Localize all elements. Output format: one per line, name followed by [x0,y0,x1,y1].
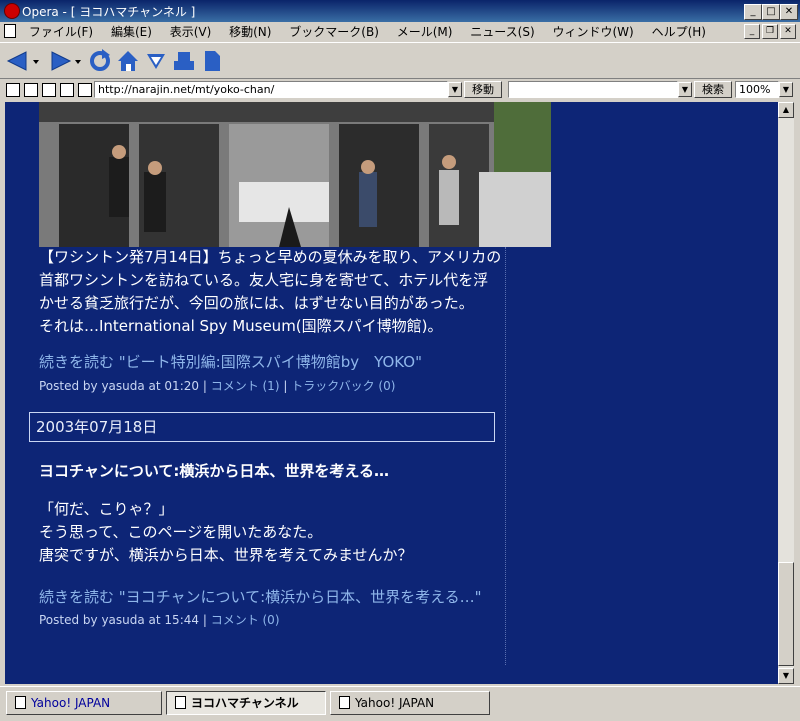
vertical-scrollbar[interactable]: ▲ ▼ [778,102,794,684]
menu-file[interactable]: ファイル(F) [22,22,100,42]
url-input[interactable]: http://narajin.net/mt/yoko-chan/ [94,81,448,98]
mdi-close-button[interactable]: ✕ [780,24,796,39]
tab-yahoo-japan-1[interactable]: Yahoo! JAPAN [6,691,162,715]
mdi-restore-button[interactable]: ❐ [762,24,778,39]
page-tab-icon [339,696,350,709]
forward-arrow-icon[interactable] [48,49,72,73]
tab-bar: Yahoo! JAPAN ヨコハマチャンネル Yahoo! JAPAN [0,686,800,721]
tab-label: Yahoo! JAPAN [31,696,111,710]
zoom-field[interactable]: 100% [735,81,779,98]
opera-logo-icon [4,3,20,19]
post2-title: ヨコチャンについて:横浜から日本、世界を考える… [39,462,389,480]
post1-read-more-link[interactable]: 続きを読む "ビート特別編:国際スパイ博物館by YOKO" [39,352,422,372]
reload-icon[interactable] [88,49,112,73]
post1-body-line-1: 【ワシントン発7月14日】ちょっと早めの夏休みを取り、アメリカの [39,248,502,266]
print-preview-icon[interactable] [60,83,74,97]
post2-read-more-link[interactable]: 続きを読む "ヨコチャンについて:横浜から日本、世界を考える…" [39,587,482,607]
site-icon [78,83,92,97]
tab-yokohama-channel[interactable]: ヨコハマチャンネル [166,691,326,715]
page-viewport[interactable]: 【ワシントン発7月14日】ちょっと早めの夏休みを取り、アメリカの 首都ワシントン… [5,102,778,684]
page-tab-icon [15,696,26,709]
search-button[interactable]: 検索 [694,81,732,98]
date-header: 2003年07月18日 [29,412,495,442]
forward-history-chevron-icon[interactable] [74,49,82,73]
close-button[interactable]: ✕ [780,4,798,20]
lock-icon[interactable] [6,83,20,97]
menu-view[interactable]: 表示(V) [163,22,219,42]
spy-museum-photo [39,102,551,247]
search-dropdown-chevron-icon[interactable]: ▼ [678,82,692,97]
menu-navigate[interactable]: 移動(N) [222,22,278,42]
post1-meta: Posted by yasuda at 01:20 | コメント (1) | ト… [39,377,395,395]
address-bar: http://narajin.net/mt/yoko-chan/ ▼ 移動 ▼ … [0,79,800,101]
scroll-down-arrow-icon[interactable]: ▼ [778,668,794,684]
post1-body-line-4: それは…International Spy Museum(国際スパイ博物館)。 [39,317,443,335]
menu-bookmarks[interactable]: ブックマーク(B) [282,22,386,42]
hotlist-icon[interactable] [144,49,168,73]
camera-icon[interactable] [24,83,38,97]
menu-edit[interactable]: 編集(E) [104,22,159,42]
post1-trackback-link[interactable]: トラックバック (0) [291,379,395,393]
post2-body-line-2: そう思って、このページを開いたあなた。 [39,523,323,541]
tab-label: Yahoo! JAPAN [355,696,435,710]
post1-body-line-2: 首都ワシントンを訪ねている。友人宅に身を寄せて、ホテル代を浮 [39,271,489,289]
post2-meta: Posted by yasuda at 15:44 | コメント (0) [39,611,280,629]
tab-yahoo-japan-2[interactable]: Yahoo! JAPAN [330,691,490,715]
toolbar [0,44,800,79]
menu-news[interactable]: ニュース(S) [463,22,541,42]
page-icon[interactable] [42,83,56,97]
post2-posted-by: Posted by yasuda at 15:44 | [39,613,211,627]
go-button[interactable]: 移動 [464,81,502,98]
title-bar: Opera - [ ヨコハマチャンネル ] _ □ ✕ [0,0,800,22]
minimize-button[interactable]: _ [744,4,762,20]
zoom-dropdown-chevron-icon[interactable]: ▼ [779,82,793,97]
post1-body-line-3: かせる貧乏旅行だが、今回の旅には、はずせない目的があった。 [39,294,474,312]
back-arrow-icon[interactable] [6,49,30,73]
post2-body-line-1: 「何だ、こりゃ？」 [39,500,174,518]
menu-window[interactable]: ウィンドウ(W) [546,22,641,42]
new-page-icon[interactable] [200,49,224,73]
page-tab-icon [175,696,186,709]
scroll-up-arrow-icon[interactable]: ▲ [778,102,794,118]
print-icon[interactable] [172,49,196,73]
menu-bar: ファイル(F) 編集(E) 表示(V) 移動(N) ブックマーク(B) メール(… [0,22,800,43]
post2-comments-link[interactable]: コメント (0) [211,613,280,627]
post1-meta-separator: | [279,379,292,393]
window-title: Opera - [ ヨコハマチャンネル ] [22,5,196,19]
menu-help[interactable]: ヘルプ(H) [645,22,713,42]
back-history-chevron-icon[interactable] [32,49,40,73]
post1-comments-link[interactable]: コメント (1) [211,379,280,393]
url-dropdown-chevron-icon[interactable]: ▼ [448,82,462,97]
post1-posted-by: Posted by yasuda at 01:20 | [39,379,211,393]
search-input[interactable] [508,81,678,98]
column-divider [505,247,506,665]
scrollbar-thumb[interactable] [778,562,794,666]
home-icon[interactable] [116,49,140,73]
menu-mail[interactable]: メール(M) [390,22,460,42]
maximize-button[interactable]: □ [762,4,780,20]
tab-label: ヨコハマチャンネル [191,696,299,710]
document-icon [4,24,16,38]
mdi-minimize-button[interactable]: _ [744,24,760,39]
post2-body-line-3: 唐突ですが、横浜から日本、世界を考えてみませんか？ [39,546,413,564]
